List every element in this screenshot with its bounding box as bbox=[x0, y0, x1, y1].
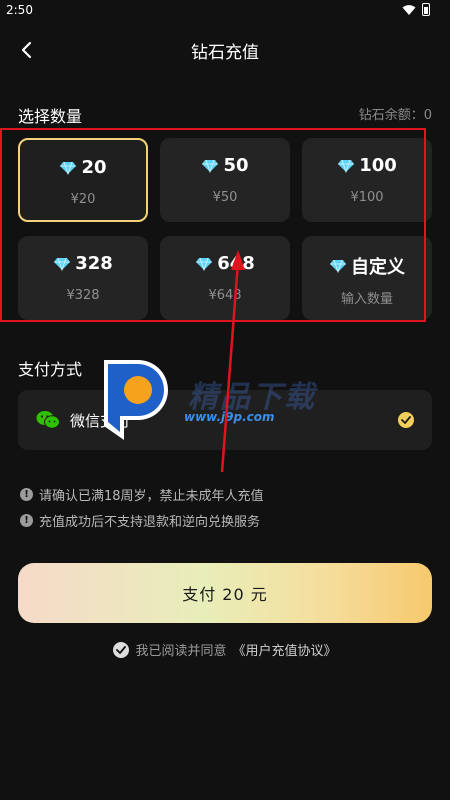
diamond-icon bbox=[54, 257, 71, 271]
agreement-link[interactable]: 《用户充值协议》 bbox=[233, 640, 337, 659]
package-amount: 20 bbox=[81, 157, 107, 178]
pay-button-label: 支付 20 元 bbox=[182, 585, 268, 604]
wechat-icon bbox=[36, 411, 60, 429]
status-bar: 2:50 bbox=[0, 0, 450, 22]
pay-button[interactable]: 支付 20 元 bbox=[18, 563, 432, 623]
package-card-20[interactable]: 20 ¥20 bbox=[18, 138, 148, 222]
recharge-screen: 2:50 钻石充值 选择数量 钻石余额：0 20 ¥20 50 ¥50 100 … bbox=[0, 0, 450, 800]
wechat-pay-option[interactable]: 微信支付 bbox=[18, 390, 432, 450]
package-card-328[interactable]: 328 ¥328 bbox=[18, 236, 148, 320]
status-time: 2:50 bbox=[6, 3, 33, 17]
check-icon bbox=[398, 412, 414, 428]
agreement-row: 我已阅读并同意 《用户充值协议》 bbox=[0, 640, 450, 659]
package-amount-row: 自定义 bbox=[302, 253, 432, 279]
package-amount-row: 20 bbox=[20, 157, 146, 178]
quantity-section-title: 选择数量 bbox=[18, 107, 83, 126]
payment-section-title: 支付方式 bbox=[18, 360, 83, 379]
package-price: ¥50 bbox=[212, 190, 238, 205]
package-amount: 328 bbox=[75, 253, 113, 274]
package-amount: 50 bbox=[223, 155, 249, 176]
battery-icon bbox=[422, 3, 430, 16]
notice-age-text: 请确认已满18周岁，禁止未成年人充值 bbox=[39, 489, 264, 504]
diamond-icon bbox=[338, 159, 355, 173]
package-amount-row: 328 bbox=[18, 253, 148, 274]
notice-refund: ! 充值成功后不支持退款和逆向兑换服务 bbox=[20, 511, 260, 530]
package-card-50[interactable]: 50 ¥50 bbox=[160, 138, 290, 222]
package-amount-row: 648 bbox=[160, 253, 290, 274]
wechat-pay-label: 微信支付 bbox=[70, 412, 131, 430]
diamond-icon bbox=[330, 259, 346, 273]
header: 钻石充值 bbox=[0, 30, 450, 70]
diamond-icon bbox=[196, 257, 213, 271]
package-price: ¥20 bbox=[70, 192, 96, 207]
diamond-icon bbox=[202, 159, 219, 173]
page-title: 钻石充值 bbox=[191, 43, 259, 63]
package-price: ¥328 bbox=[66, 288, 100, 303]
package-amount-row: 50 bbox=[160, 155, 290, 176]
notice-refund-text: 充值成功后不支持退款和逆向兑换服务 bbox=[39, 515, 261, 530]
wifi-icon bbox=[402, 4, 416, 15]
agreement-text: 我已阅读并同意 bbox=[135, 644, 227, 659]
package-amount: 自定义 bbox=[351, 257, 405, 278]
package-amount-row: 100 bbox=[302, 155, 432, 176]
package-card-100[interactable]: 100 ¥100 bbox=[302, 138, 432, 222]
status-icons bbox=[402, 3, 430, 16]
info-icon: ! bbox=[20, 488, 33, 501]
notice-age: ! 请确认已满18周岁，禁止未成年人充值 bbox=[20, 485, 264, 504]
package-card-648[interactable]: 648 ¥648 bbox=[160, 236, 290, 320]
package-amount: 100 bbox=[359, 155, 397, 176]
package-card-custom[interactable]: 自定义 输入数量 bbox=[302, 236, 432, 320]
diamond-balance: 钻石余额：0 bbox=[358, 108, 432, 123]
package-price: ¥100 bbox=[350, 190, 384, 205]
package-amount: 648 bbox=[217, 253, 255, 274]
diamond-icon bbox=[60, 161, 77, 175]
package-price: ¥648 bbox=[208, 288, 242, 303]
agreement-checkbox[interactable] bbox=[113, 641, 130, 658]
custom-quantity-input[interactable]: 输入数量 bbox=[302, 288, 432, 307]
check-icon bbox=[116, 645, 127, 654]
info-icon: ! bbox=[20, 514, 33, 527]
